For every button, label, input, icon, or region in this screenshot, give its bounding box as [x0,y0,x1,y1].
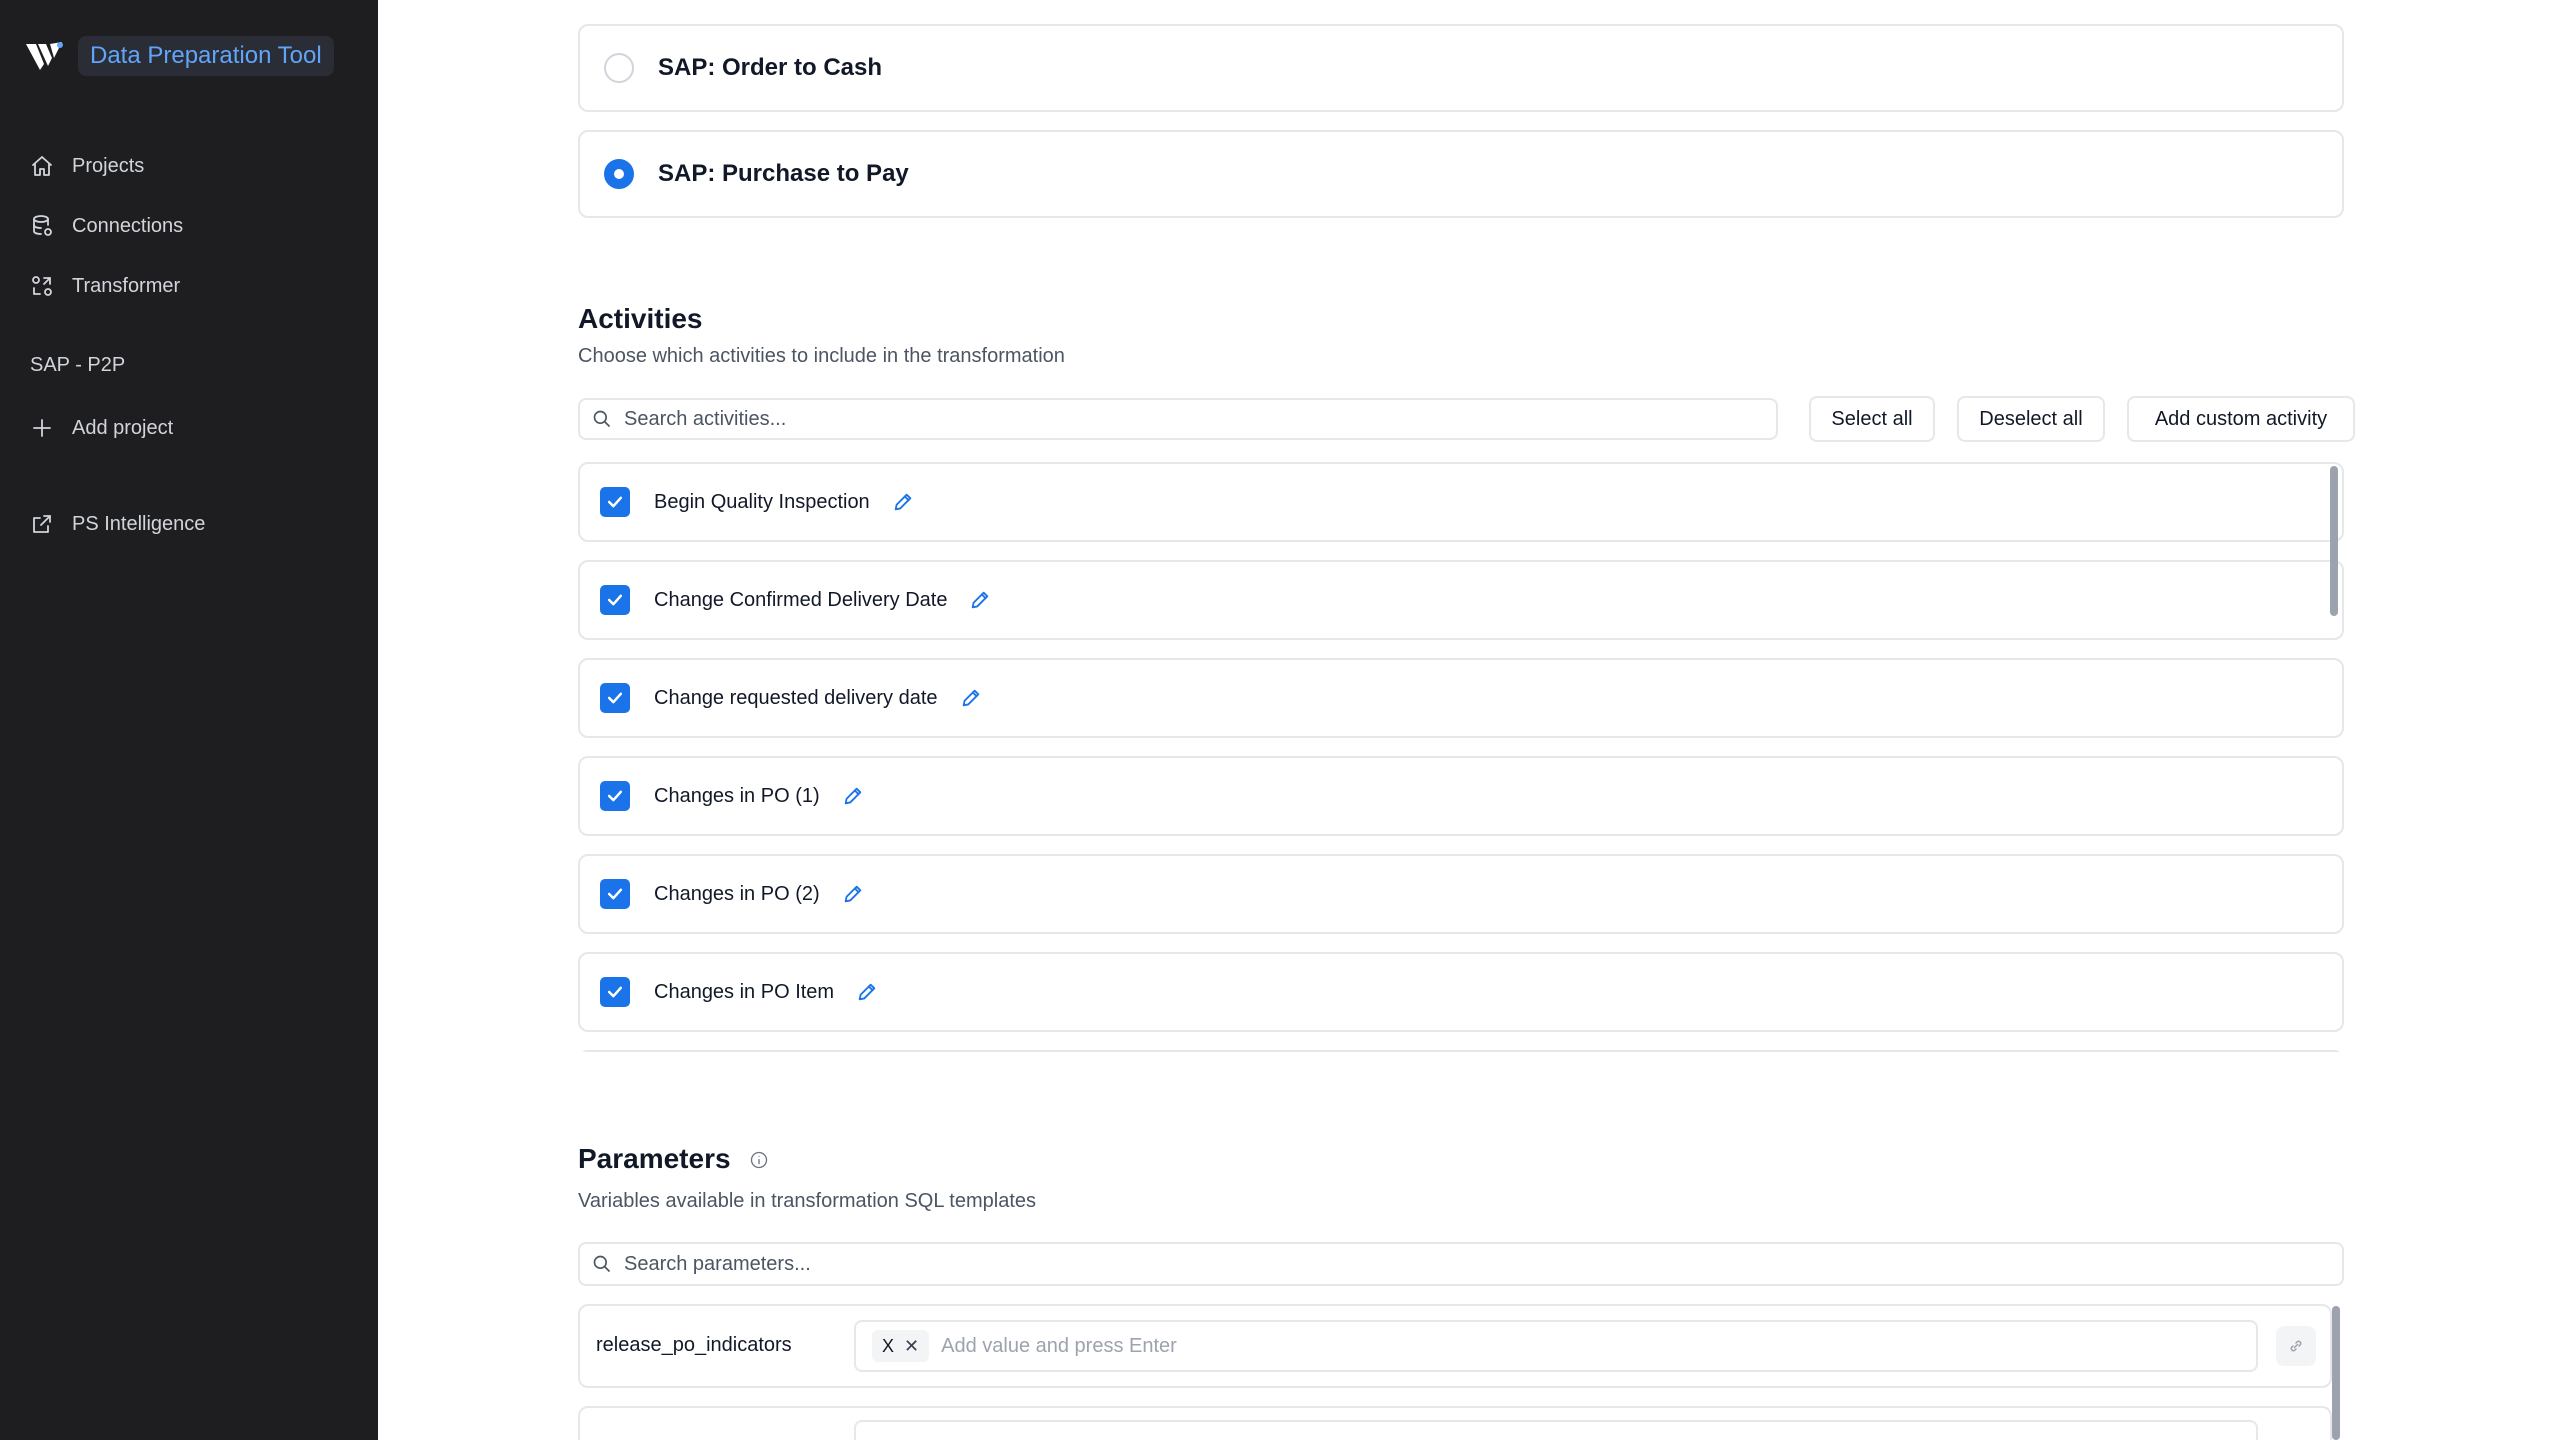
process-option-label: SAP: Order to Cash [658,54,883,81]
activity-label: Changes in PO (2) [654,882,820,905]
radio-button[interactable] [604,53,634,83]
activity-label: Changes in PO Item [654,980,835,1003]
radio-button-selected[interactable] [604,159,634,189]
sidebar-item-label: Transformer [72,274,181,297]
activities-subtitle: Choose which activities to include in th… [578,345,1065,367]
add-project-label: Add project [72,416,174,439]
search-placeholder: Search activities... [624,407,787,430]
list-item: Changes in PO Item [578,952,2344,1032]
list-item: Change requested delivery date [578,658,2344,738]
activity-checkbox[interactable] [600,879,630,909]
parameter-placeholder: Add value and press Enter [941,1334,1177,1357]
close-icon[interactable]: ✕ [904,1336,919,1357]
list-item: Begin Quality Inspection [578,462,2344,542]
activity-label: Change Confirmed Delivery Date [654,588,948,611]
process-option-order-to-cash[interactable]: SAP: Order to Cash [578,24,2344,112]
parameters-heading: Parameters [578,1143,731,1174]
parameter-value-input[interactable] [854,1420,2258,1440]
activities-heading: Activities [578,303,703,334]
parameters-subtitle: Variables available in transformation SQ… [578,1190,1037,1212]
transform-icon [32,276,52,296]
sidebar-item-transformer[interactable]: Transformer [30,266,180,306]
add-custom-activity-button[interactable]: Add custom activity [2127,396,2355,442]
search-icon [593,410,611,428]
link-icon[interactable] [2276,1326,2316,1366]
check-icon [607,790,623,802]
parameter-row: release_po_indicators X ✕ Add value and … [578,1304,2332,1388]
activities-list[interactable]: Begin Quality Inspection Change Confirme… [578,462,2344,1052]
list-item [578,1050,2344,1052]
select-all-button[interactable]: Select all [1809,396,1935,442]
activities-scrollbar[interactable] [2330,466,2338,616]
activity-checkbox[interactable] [600,781,630,811]
activity-checkbox[interactable] [600,683,630,713]
parameters-scrollbar[interactable] [2332,1306,2340,1440]
parameter-name: release_po_indicators [596,1334,792,1356]
brand-logo [26,42,63,70]
add-project-button[interactable]: Add project [30,408,173,448]
activity-checkbox[interactable] [600,977,630,1007]
sidebar-item-projects[interactable]: Projects [30,146,144,186]
value-chip: X ✕ [872,1330,930,1362]
sidebar-item-label: Connections [72,214,184,237]
sidebar-item-connections[interactable]: Connections [30,206,183,246]
plus-icon [33,419,51,437]
home-icon [32,156,52,176]
parameters-search-input[interactable]: Search parameters... [578,1242,2344,1286]
activity-checkbox[interactable] [600,487,630,517]
parameter-value-input[interactable]: X ✕ Add value and press Enter [854,1320,2258,1372]
activities-search-input[interactable]: Search activities... [578,398,1778,440]
sidebar: Data Preparation Tool Projects Connectio… [0,0,378,1440]
brand[interactable]: Data Preparation Tool [24,36,334,76]
process-option-purchase-to-pay[interactable]: SAP: Purchase to Pay [578,130,2344,218]
pencil-icon[interactable] [969,589,991,611]
activity-label: Begin Quality Inspection [654,490,870,513]
pencil-icon[interactable] [856,981,878,1003]
deselect-all-button[interactable]: Deselect all [1957,396,2105,442]
chip-label: X [882,1335,895,1356]
check-icon [607,692,623,704]
check-icon [607,888,623,900]
search-placeholder: Search parameters... [624,1252,811,1275]
check-icon [607,594,623,606]
list-item: Change Confirmed Delivery Date [578,560,2344,640]
pencil-icon[interactable] [842,785,864,807]
pencil-icon[interactable] [960,687,982,709]
database-icon [33,215,52,236]
project-section-label: SAP - P2P [30,354,126,376]
activity-checkbox[interactable] [600,585,630,615]
info-icon[interactable] [749,1150,769,1170]
process-option-label: SAP: Purchase to Pay [658,160,909,187]
activity-label: Changes in PO (1) [654,784,820,807]
external-link-icon [33,515,51,533]
list-item: Changes in PO (1) [578,756,2344,836]
activity-label: Change requested delivery date [654,686,938,709]
check-icon [607,986,623,998]
search-icon [593,1255,611,1273]
check-icon [607,496,623,508]
sidebar-item-ps-intelligence[interactable]: PS Intelligence [30,504,205,544]
app-title: Data Preparation Tool [78,36,334,76]
list-item: Changes in PO (2) [578,854,2344,934]
pencil-icon[interactable] [842,883,864,905]
sidebar-item-label: Projects [72,154,145,177]
parameter-row [578,1406,2332,1440]
main-content: SAP: Order to Cash SAP: Purchase to Pay … [378,0,2560,1440]
sidebar-item-label: PS Intelligence [72,512,206,535]
pencil-icon[interactable] [892,491,914,513]
